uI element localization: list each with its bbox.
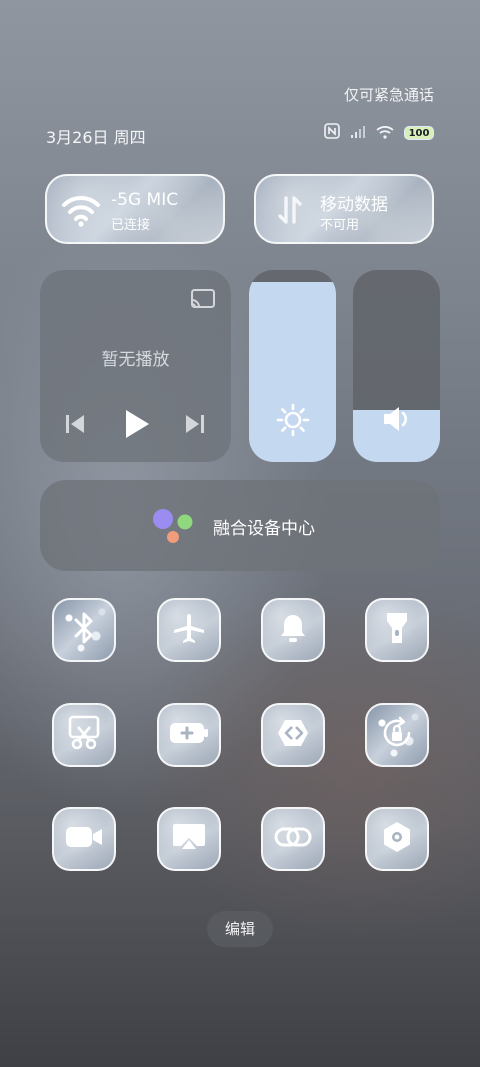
hub-dots-icon xyxy=(150,508,196,548)
mobile-data-icon xyxy=(270,192,310,228)
signal-icon xyxy=(350,124,366,143)
volume-slider[interactable] xyxy=(353,270,440,462)
nearby-share-toggle[interactable] xyxy=(261,703,325,767)
flashlight-icon xyxy=(385,610,409,650)
screenshot-scissors-icon xyxy=(68,715,100,755)
mobile-data-status: 不可用 xyxy=(320,218,360,233)
settings-toggle[interactable] xyxy=(365,807,429,871)
battery-saver-toggle[interactable] xyxy=(157,703,221,767)
device-hub-label: 融合设备中心 xyxy=(213,519,315,539)
status-icons: 100 xyxy=(324,123,434,143)
nearby-share-icon xyxy=(276,717,310,753)
mobile-data-label: 移动数据 xyxy=(320,195,388,215)
bluetooth-toggle[interactable] xyxy=(52,598,116,662)
wifi-toggle[interactable]: -5G MIC 已连接 xyxy=(45,174,225,244)
speaker-icon xyxy=(381,404,413,438)
battery-icon: 100 xyxy=(404,126,434,140)
settings-hex-icon xyxy=(380,820,414,858)
screen-cast-icon xyxy=(171,821,207,857)
mobile-data-toggle[interactable]: 移动数据 不可用 xyxy=(254,174,434,244)
media-player-card: 暂无播放 xyxy=(40,270,231,462)
screenshot-toggle[interactable] xyxy=(52,703,116,767)
sun-icon xyxy=(276,403,310,441)
cast-icon[interactable] xyxy=(190,288,216,314)
airplane-icon xyxy=(172,611,206,649)
device-hub-button[interactable]: 融合设备中心 xyxy=(40,480,440,571)
wifi-icon xyxy=(61,192,101,228)
wifi-network-name: -5G MIC xyxy=(111,190,179,210)
video-call-toggle[interactable] xyxy=(52,807,116,871)
bluetooth-icon xyxy=(71,611,97,649)
play-icon[interactable] xyxy=(123,408,151,444)
previous-icon[interactable] xyxy=(64,413,86,439)
rotation-lock-toggle[interactable] xyxy=(365,703,429,767)
media-status-text: 暂无播放 xyxy=(101,350,170,370)
wifi-status: 已连接 xyxy=(111,218,151,233)
link-icon xyxy=(274,823,312,855)
video-camera-icon xyxy=(64,824,104,854)
brightness-slider[interactable] xyxy=(249,270,336,462)
next-icon[interactable] xyxy=(184,413,206,439)
date-label: 3月26日 周四 xyxy=(46,128,146,147)
edit-button[interactable]: 编辑 xyxy=(207,911,273,947)
emergency-call-text: 仅可紧急通话 xyxy=(343,86,434,104)
link-toggle[interactable] xyxy=(261,807,325,871)
flashlight-toggle[interactable] xyxy=(365,598,429,662)
rotation-lock-icon xyxy=(380,716,414,754)
wifi-icon xyxy=(376,124,394,143)
ring-mode-toggle[interactable] xyxy=(261,598,325,662)
battery-saver-icon xyxy=(169,721,209,749)
screen-cast-toggle[interactable] xyxy=(157,807,221,871)
nfc-icon xyxy=(324,123,340,143)
airplane-mode-toggle[interactable] xyxy=(157,598,221,662)
bell-icon xyxy=(278,612,308,648)
